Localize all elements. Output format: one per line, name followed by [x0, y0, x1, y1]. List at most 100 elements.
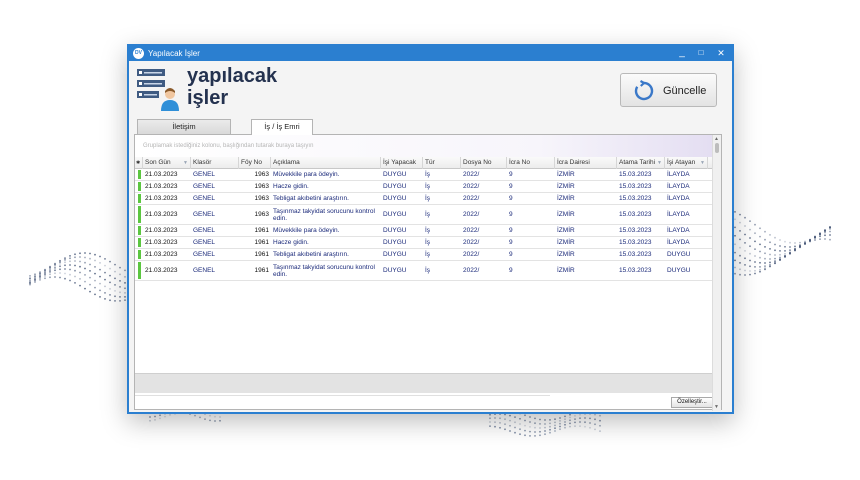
cell-isi-yapacak: DUYGU [383, 251, 407, 258]
refresh-button[interactable]: Güncelle [620, 73, 717, 107]
table-row[interactable]: 21.03.2023 GENEL 1963 Hacze gidin. DUYGU İş 20… [135, 181, 713, 193]
cell-aciklama: Tebligat akıbetini araştırın. [273, 195, 349, 202]
cell-atama-tarihi: 15.03.2023 [619, 267, 652, 274]
cell-klasor: GENEL [193, 251, 216, 258]
cell-icra-dairesi: İZMİR [557, 239, 575, 246]
row-status-indicator [138, 238, 141, 247]
cell-dosya-no: 2022/ [463, 211, 480, 218]
tab-iletisim[interactable]: İletişim [137, 119, 231, 135]
cell-tur: İş [425, 211, 431, 218]
cell-tur: İş [425, 227, 431, 234]
row-indicator-icon: ✱ [135, 157, 143, 169]
cell-atama-tarihi: 15.03.2023 [619, 251, 652, 258]
table-row[interactable]: 21.03.2023 GENEL 1961 Tebligat akıbetini ar… [135, 249, 713, 261]
cell-icra-dairesi: İZMİR [557, 195, 575, 202]
grid-panel: Gruplamak istediğiniz kolonu, başlığında… [134, 134, 722, 411]
table-row[interactable]: 21.03.2023 GENEL 1961 Taşınmaz takyidat sor… [135, 261, 713, 281]
cell-isi-yapacak: DUYGU [383, 227, 407, 234]
header-title-line1: yapılacak [187, 65, 278, 87]
filter-icon[interactable]: ▼ [657, 157, 662, 169]
cell-atama-tarihi: 15.03.2023 [619, 195, 652, 202]
row-status-indicator [138, 194, 141, 203]
table-row[interactable]: 21.03.2023 GENEL 1961 Müvekkile para ödeyin… [135, 225, 713, 237]
column-header-icra-dairesi[interactable]: İcra Dairesi [555, 157, 617, 169]
cell-icra-dairesi: İZMİR [557, 171, 575, 178]
cell-son-gun: 21.03.2023 [145, 195, 178, 202]
table-row[interactable]: 21.03.2023 GENEL 1961 Hacze gidin. DUYGU İş 20… [135, 237, 713, 249]
refresh-icon [634, 80, 654, 101]
group-footer-bar [135, 373, 713, 393]
cell-isi-yapacak: DUYGU [383, 183, 407, 190]
refresh-label: Güncelle [663, 85, 707, 97]
column-header-dosya-no[interactable]: Dosya No [461, 157, 507, 169]
column-header-foy-no[interactable]: Föy No [239, 157, 271, 169]
maximize-button[interactable]: □ [691, 46, 711, 61]
column-header-icra-no[interactable]: İcra No [507, 157, 555, 169]
tab-is-emri[interactable]: İş / İş Emri [251, 119, 313, 135]
cell-aciklama: Müvekkile para ödeyin. [273, 171, 340, 178]
column-header-atama-tarihi-label: Atama Tarihi [619, 159, 656, 166]
cell-klasor: GENEL [193, 239, 216, 246]
cell-icra-dairesi: İZMİR [557, 227, 575, 234]
horizontal-scrollbar[interactable] [135, 395, 550, 409]
column-header-tur[interactable]: Tür [423, 157, 461, 169]
grid-rows: 21.03.2023 GENEL 1963 Müvekkile para ödeyin… [135, 169, 713, 281]
group-by-hint: Gruplamak istediğiniz kolonu, başlığında… [143, 143, 314, 149]
table-row[interactable]: 21.03.2023 GENEL 1963 Tebligat akıbetini ar… [135, 193, 713, 205]
column-header-aciklama[interactable]: Açıklama [271, 157, 381, 169]
column-header-isi-atayan-label: İşi Atayan [667, 159, 696, 166]
cell-foy-no: 1963 [254, 195, 269, 202]
filter-icon[interactable]: ▼ [183, 157, 188, 169]
header-title-line2: işler [187, 87, 229, 109]
cell-atama-tarihi: 15.03.2023 [619, 239, 652, 246]
cell-isi-atayan: İLAYDA [667, 227, 690, 234]
cell-isi-atayan: DUYGU [667, 267, 691, 274]
cell-tur: İş [425, 251, 431, 258]
filter-icon[interactable]: ▼ [700, 157, 705, 169]
cell-isi-yapacak: DUYGU [383, 267, 407, 274]
scroll-down-icon[interactable]: ▼ [714, 404, 719, 410]
cell-isi-yapacak: DUYGU [383, 171, 407, 178]
cell-aciklama: Hacze gidin. [273, 239, 309, 246]
cell-klasor: GENEL [193, 227, 216, 234]
group-by-panel[interactable]: Gruplamak istediğiniz kolonu, başlığında… [135, 135, 713, 157]
table-row[interactable]: 21.03.2023 GENEL 1963 Müvekkile para ödeyin… [135, 169, 713, 181]
close-button[interactable]: ✕ [711, 46, 731, 61]
cell-dosya-no: 2022/ [463, 267, 480, 274]
vertical-scrollbar[interactable]: ▲ ▼ [712, 135, 721, 411]
cell-foy-no: 1963 [254, 211, 269, 218]
cell-isi-atayan: İLAYDA [667, 183, 690, 190]
cell-foy-no: 1963 [254, 171, 269, 178]
cell-icra-dairesi: İZMİR [557, 183, 575, 190]
column-header-son-gun-label: Son Gün [145, 159, 171, 166]
cell-foy-no: 1961 [254, 227, 269, 234]
cell-klasor: GENEL [193, 171, 216, 178]
column-header-isi-yapacak[interactable]: İşi Yapacak [381, 157, 423, 169]
scroll-thumb[interactable] [715, 143, 719, 153]
cell-klasor: GENEL [193, 267, 216, 274]
cell-icra-no: 9 [509, 251, 513, 258]
cell-son-gun: 21.03.2023 [145, 267, 178, 274]
column-header-son-gun[interactable]: Son Gün ▼ [143, 157, 191, 169]
cell-dosya-no: 2022/ [463, 239, 480, 246]
cell-tur: İş [425, 183, 431, 190]
scroll-up-icon[interactable]: ▲ [714, 136, 719, 142]
cell-dosya-no: 2022/ [463, 171, 480, 178]
cell-icra-no: 9 [509, 171, 513, 178]
minimize-button[interactable]: _ [672, 46, 692, 61]
title-bar[interactable]: DV Yapılacak İşler _ □ ✕ [129, 46, 732, 61]
customize-button[interactable]: Özelleştir... [671, 397, 713, 408]
column-header-isi-atayan[interactable]: İşi Atayan ▼ [665, 157, 708, 169]
cell-icra-dairesi: İZMİR [557, 211, 575, 218]
cell-isi-atayan: İLAYDA [667, 195, 690, 202]
window-title: Yapılacak İşler [148, 49, 200, 58]
column-header-klasor[interactable]: Klasör [191, 157, 239, 169]
cell-aciklama: Tebligat akıbetini araştırın. [273, 251, 349, 258]
cell-atama-tarihi: 15.03.2023 [619, 171, 652, 178]
cell-son-gun: 21.03.2023 [145, 227, 178, 234]
cell-isi-atayan: İLAYDA [667, 211, 690, 218]
table-row[interactable]: 21.03.2023 GENEL 1963 Taşınmaz takyidat sor… [135, 205, 713, 225]
column-header-atama-tarihi[interactable]: Atama Tarihi ▼ [617, 157, 665, 169]
cell-icra-dairesi: İZMİR [557, 267, 575, 274]
cell-isi-yapacak: DUYGU [383, 211, 407, 218]
